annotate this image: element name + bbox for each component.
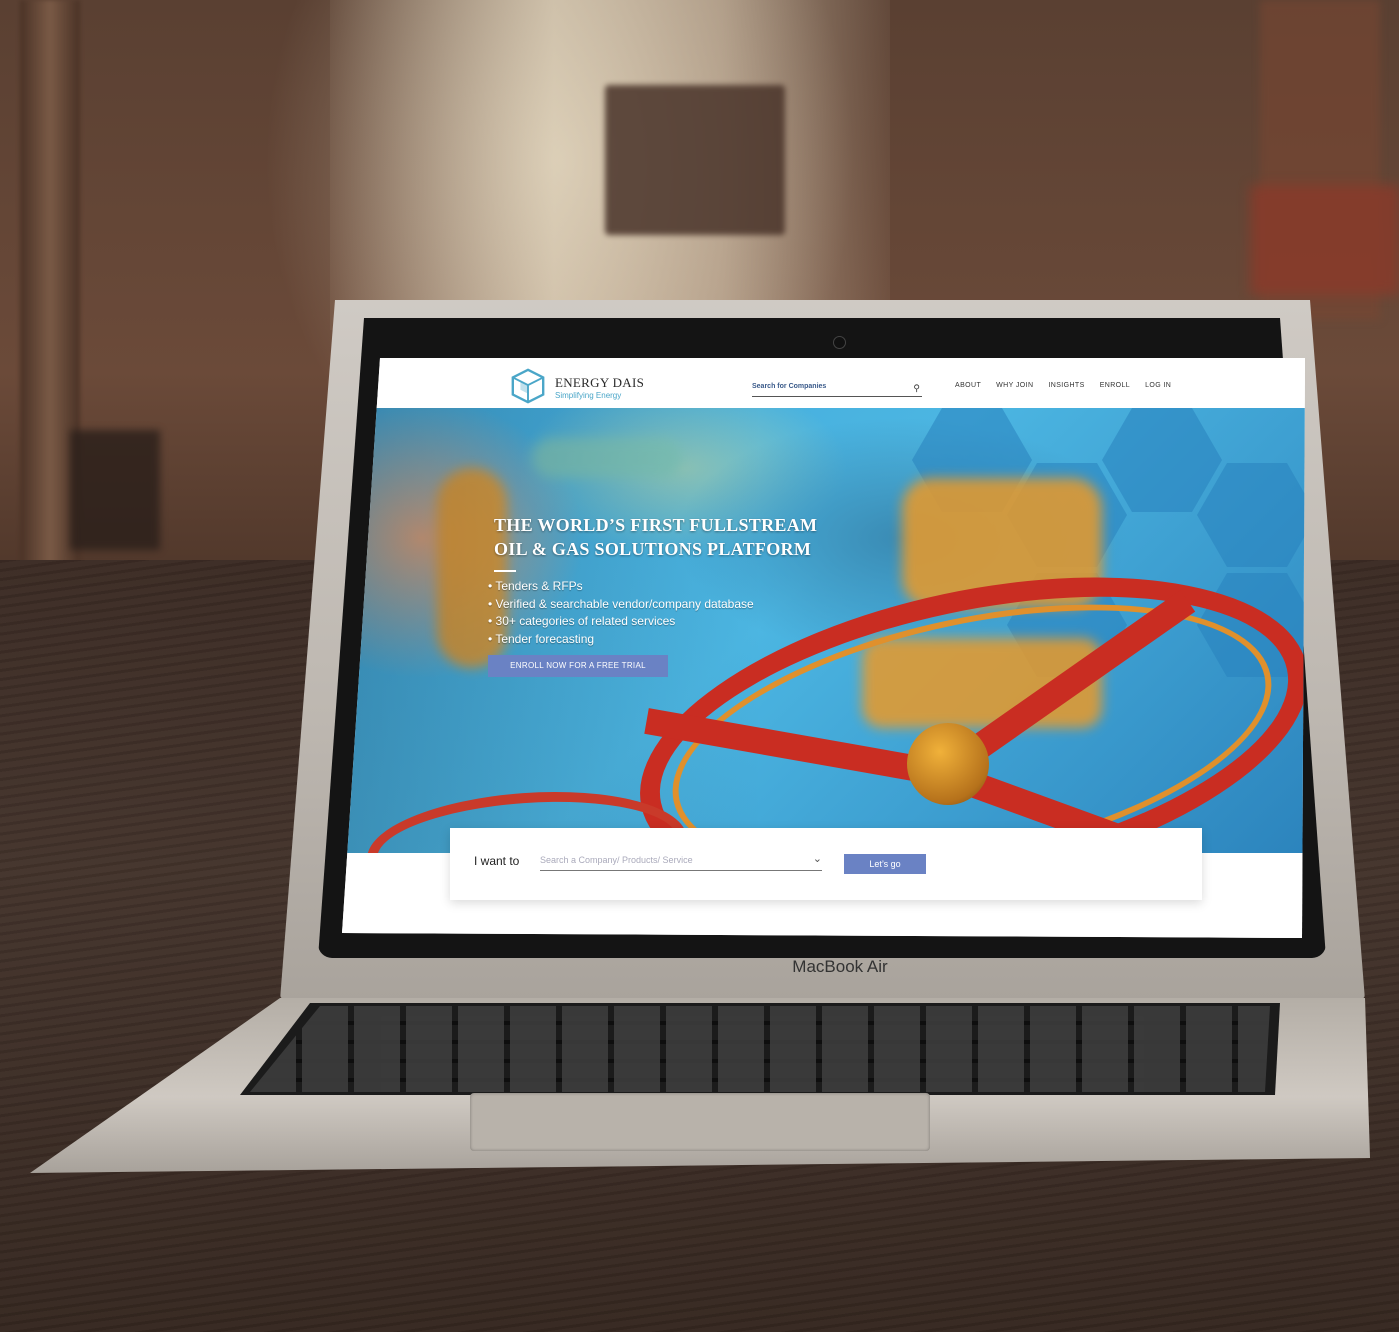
trackpad	[470, 1093, 930, 1151]
main-nav: ABOUT WHY JOIN INSIGHTS ENROLL LOG IN	[955, 382, 1171, 389]
nav-about[interactable]: ABOUT	[955, 382, 981, 389]
hero-headline-line2: OIL & GAS SOLUTIONS PLATFORM	[494, 539, 812, 559]
headline-divider	[494, 570, 516, 572]
background-chair	[1250, 185, 1399, 295]
camera-icon	[833, 336, 846, 349]
intent-select[interactable]: Search a Company/ Products/ Service ⌄	[540, 852, 822, 871]
company-search-input[interactable]: Search for Companies ⚲	[752, 382, 922, 397]
search-icon[interactable]: ⚲	[913, 383, 920, 394]
intent-label: I want to	[474, 854, 520, 868]
nav-insights[interactable]: INSIGHTS	[1048, 382, 1084, 389]
search-placeholder: Search for Companies	[752, 383, 827, 390]
intent-placeholder: Search a Company/ Products/ Service	[540, 855, 693, 865]
background-shelf	[70, 430, 160, 550]
laptop-screen: ENERGY DAIS Simplifying Energy Search fo…	[342, 358, 1305, 938]
hero-bullet: • Verified & searchable vendor/company d…	[488, 596, 754, 611]
hero-bullet-list: • Tenders & RFPs • Verified & searchable…	[488, 578, 754, 648]
nav-log-in[interactable]: LOG IN	[1145, 382, 1171, 389]
hero-headline: THE WORLD’S FIRST FULLSTREAM OIL & GAS S…	[494, 513, 914, 561]
background-doorway	[605, 85, 785, 235]
cube-logo-icon[interactable]	[509, 367, 547, 405]
lets-go-button[interactable]: Let’s go	[844, 854, 926, 874]
hero-banner: THE WORLD’S FIRST FULLSTREAM OIL & GAS S…	[342, 408, 1305, 853]
hero-bullet: • 30+ categories of related services	[488, 614, 676, 628]
intent-search-card: I want to Search a Company/ Products/ Se…	[450, 828, 1202, 900]
hero-bullet: • Tenders & RFPs	[488, 579, 583, 593]
hero-headline-line1: THE WORLD’S FIRST FULLSTREAM	[494, 515, 818, 535]
nav-enroll[interactable]: ENROLL	[1100, 382, 1130, 389]
hero-bullet: • Tender forecasting	[488, 631, 595, 646]
device-model-label: MacBook Air	[792, 957, 888, 976]
hex-pattern	[1197, 463, 1305, 567]
logo-tagline: Simplifying Energy	[555, 391, 622, 400]
chevron-down-icon[interactable]: ⌄	[813, 852, 822, 865]
site-header: ENERGY DAIS Simplifying Energy Search fo…	[342, 358, 1305, 408]
enroll-trial-button[interactable]: ENROLL NOW FOR A FREE TRIAL	[488, 655, 668, 677]
hex-pattern	[1102, 408, 1222, 512]
valve-hub	[907, 723, 989, 805]
logo-title[interactable]: ENERGY DAIS	[555, 375, 644, 391]
keyboard-keys	[250, 1006, 1270, 1092]
nav-why-join[interactable]: WHY JOIN	[996, 382, 1033, 389]
